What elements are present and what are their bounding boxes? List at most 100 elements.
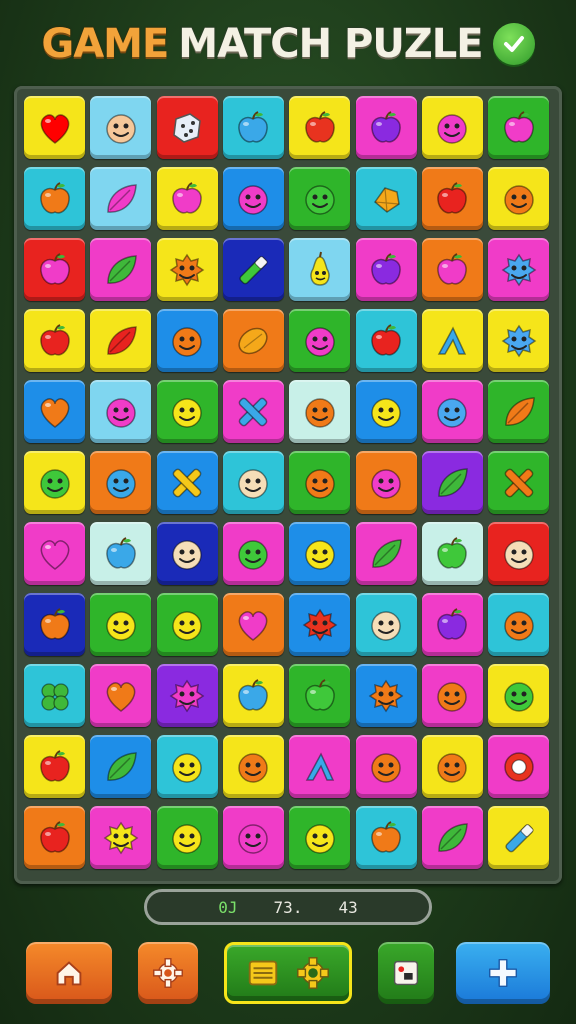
tile-r11-c8[interactable] bbox=[488, 806, 550, 869]
tile-r1-c7[interactable] bbox=[421, 96, 483, 159]
tile-r6-c6[interactable] bbox=[355, 451, 417, 514]
tile-r4-c4[interactable] bbox=[222, 309, 284, 372]
tile-r3-c5[interactable] bbox=[289, 238, 351, 301]
face-icon bbox=[503, 681, 534, 712]
tile-r9-c7[interactable] bbox=[421, 664, 483, 727]
tile-r10-c2[interactable] bbox=[90, 735, 152, 798]
tile-r10-c5[interactable] bbox=[289, 735, 351, 798]
tile-r9-c4[interactable] bbox=[222, 664, 284, 727]
tile-r9-c8[interactable] bbox=[488, 664, 550, 727]
tile-r8-c2[interactable] bbox=[90, 593, 152, 656]
tile-r5-c7[interactable] bbox=[421, 380, 483, 443]
tile-r1-c5[interactable] bbox=[289, 96, 351, 159]
tile-r2-c6[interactable] bbox=[355, 167, 417, 230]
tile-r11-c1[interactable] bbox=[24, 806, 85, 869]
tile-r11-c7[interactable] bbox=[421, 806, 483, 869]
tile-r10-c8[interactable] bbox=[488, 735, 550, 798]
tile-r3-c8[interactable] bbox=[488, 238, 550, 301]
tile-r7-c6[interactable] bbox=[355, 522, 417, 585]
tile-r8-c7[interactable] bbox=[421, 593, 483, 656]
tile-r11-c2[interactable] bbox=[90, 806, 152, 869]
tile-r8-c6[interactable] bbox=[355, 593, 417, 656]
tile-r10-c6[interactable] bbox=[355, 735, 417, 798]
tile-r4-c3[interactable] bbox=[156, 309, 218, 372]
tile-r6-c2[interactable] bbox=[90, 451, 152, 514]
tile-r5-c8[interactable] bbox=[488, 380, 550, 443]
checkmark-icon[interactable] bbox=[492, 23, 535, 65]
tile-r4-c7[interactable] bbox=[421, 309, 483, 372]
apple-icon bbox=[437, 536, 468, 568]
face-icon bbox=[304, 326, 335, 357]
add-button[interactable] bbox=[456, 942, 550, 1004]
tile-r3-c6[interactable] bbox=[355, 238, 417, 301]
tile-r4-c8[interactable] bbox=[488, 309, 550, 372]
tile-r1-c4[interactable] bbox=[222, 96, 284, 159]
tile-r7-c4[interactable] bbox=[222, 522, 284, 585]
apple-icon bbox=[371, 323, 401, 355]
tile-r7-c5[interactable] bbox=[289, 522, 351, 585]
tile-r2-c2[interactable] bbox=[90, 167, 152, 230]
tile-r10-c3[interactable] bbox=[156, 735, 218, 798]
tile-r9-c6[interactable] bbox=[355, 664, 417, 727]
tile-r3-c1[interactable] bbox=[24, 238, 85, 301]
tile-r9-c3[interactable] bbox=[156, 664, 218, 727]
tile-r1-c6[interactable] bbox=[355, 96, 417, 159]
tile-r9-c2[interactable] bbox=[90, 664, 152, 727]
tile-r7-c8[interactable] bbox=[488, 522, 550, 585]
tile-r3-c2[interactable] bbox=[90, 238, 152, 301]
tile-r2-c1[interactable] bbox=[24, 167, 85, 230]
menu-gear-button[interactable] bbox=[224, 942, 352, 1004]
tile-r2-c8[interactable] bbox=[488, 167, 550, 230]
tile-r1-c1[interactable] bbox=[24, 96, 85, 159]
tile-r3-c3[interactable] bbox=[156, 238, 218, 301]
tile-r6-c4[interactable] bbox=[222, 451, 284, 514]
tile-r8-c8[interactable] bbox=[488, 593, 550, 656]
tile-r5-c3[interactable] bbox=[156, 380, 218, 443]
apple-icon bbox=[437, 252, 468, 284]
tile-r11-c3[interactable] bbox=[156, 806, 218, 869]
tile-r8-c5[interactable] bbox=[289, 593, 351, 656]
tile-r8-c4[interactable] bbox=[222, 593, 284, 656]
tile-r7-c3[interactable] bbox=[156, 522, 218, 585]
tile-r2-c3[interactable] bbox=[156, 167, 218, 230]
tile-r6-c7[interactable] bbox=[421, 451, 483, 514]
tile-r6-c8[interactable] bbox=[488, 451, 550, 514]
tile-r9-c5[interactable] bbox=[289, 664, 351, 727]
card-button[interactable] bbox=[378, 942, 434, 1004]
tile-r4-c6[interactable] bbox=[355, 309, 417, 372]
home-button[interactable] bbox=[26, 942, 112, 1004]
tile-r2-c5[interactable] bbox=[289, 167, 351, 230]
tile-r5-c6[interactable] bbox=[355, 380, 417, 443]
tile-r5-c2[interactable] bbox=[90, 380, 152, 443]
settings-button[interactable] bbox=[138, 942, 198, 1004]
tile-r5-c1[interactable] bbox=[24, 380, 85, 443]
tile-r6-c5[interactable] bbox=[289, 451, 351, 514]
tile-r2-c7[interactable] bbox=[421, 167, 483, 230]
tile-r4-c1[interactable] bbox=[24, 309, 85, 372]
tile-r10-c1[interactable] bbox=[24, 735, 85, 798]
tile-r10-c7[interactable] bbox=[421, 735, 483, 798]
tile-r2-c4[interactable] bbox=[222, 167, 284, 230]
tile-r3-c7[interactable] bbox=[421, 238, 483, 301]
tile-r8-c1[interactable] bbox=[24, 593, 85, 656]
tile-r10-c4[interactable] bbox=[222, 735, 284, 798]
tile-r5-c5[interactable] bbox=[289, 380, 351, 443]
face-icon bbox=[371, 752, 401, 783]
tile-r11-c6[interactable] bbox=[355, 806, 417, 869]
tile-r1-c8[interactable] bbox=[488, 96, 550, 159]
tile-r7-c7[interactable] bbox=[421, 522, 483, 585]
tile-r6-c3[interactable] bbox=[156, 451, 218, 514]
tile-r3-c4[interactable] bbox=[222, 238, 284, 301]
tile-r6-c1[interactable] bbox=[24, 451, 85, 514]
tile-r4-c2[interactable] bbox=[90, 309, 152, 372]
tile-r7-c2[interactable] bbox=[90, 522, 152, 585]
tile-r11-c5[interactable] bbox=[289, 806, 351, 869]
tile-r8-c3[interactable] bbox=[156, 593, 218, 656]
tile-r5-c4[interactable] bbox=[222, 380, 284, 443]
tile-r4-c5[interactable] bbox=[289, 309, 351, 372]
tile-r1-c3[interactable] bbox=[156, 96, 218, 159]
tile-r1-c2[interactable] bbox=[90, 96, 152, 159]
tile-r9-c1[interactable] bbox=[24, 664, 85, 727]
tile-r11-c4[interactable] bbox=[222, 806, 284, 869]
tile-r7-c1[interactable] bbox=[24, 522, 85, 585]
